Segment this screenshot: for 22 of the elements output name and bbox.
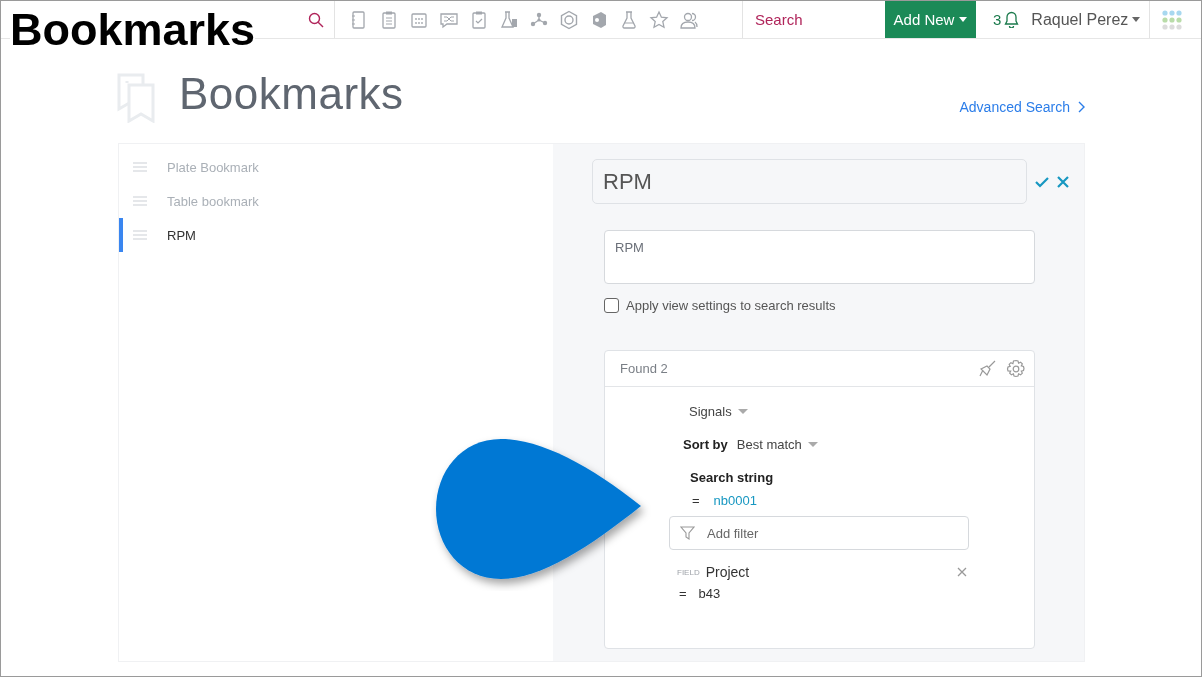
bookmark-name-field[interactable]: RPM xyxy=(592,159,1027,204)
search-string-label: Search string xyxy=(690,470,774,485)
notification-count: 3 xyxy=(993,11,1002,28)
filter-tag: FIELD xyxy=(677,567,700,577)
sort-label: Sort by xyxy=(683,437,728,452)
page-title: Bookmarks xyxy=(179,69,404,119)
results-count: Found 2 xyxy=(620,361,669,376)
caption-title: Bookmarks xyxy=(10,7,256,52)
type-dropdown[interactable]: Signals xyxy=(689,404,748,419)
operator: = xyxy=(679,586,687,601)
add-new-button[interactable]: Add New xyxy=(885,1,976,38)
filter-name: Project xyxy=(705,564,751,580)
advanced-search-link[interactable]: Advanced Search xyxy=(959,99,1085,115)
user-menu[interactable]: Raquel Perez xyxy=(1031,10,1129,29)
search-string-value: nb0001 xyxy=(713,493,757,508)
add-filter-field[interactable]: Add filter xyxy=(669,516,969,550)
search-field[interactable]: Search xyxy=(743,1,885,38)
operator: = xyxy=(692,493,700,508)
description-field[interactable]: RPM xyxy=(604,230,1035,284)
sort-dropdown[interactable]: Best match xyxy=(736,437,818,452)
filter-value: b43 xyxy=(698,586,721,601)
checkbox-label: Apply view settings to search results xyxy=(626,298,836,313)
